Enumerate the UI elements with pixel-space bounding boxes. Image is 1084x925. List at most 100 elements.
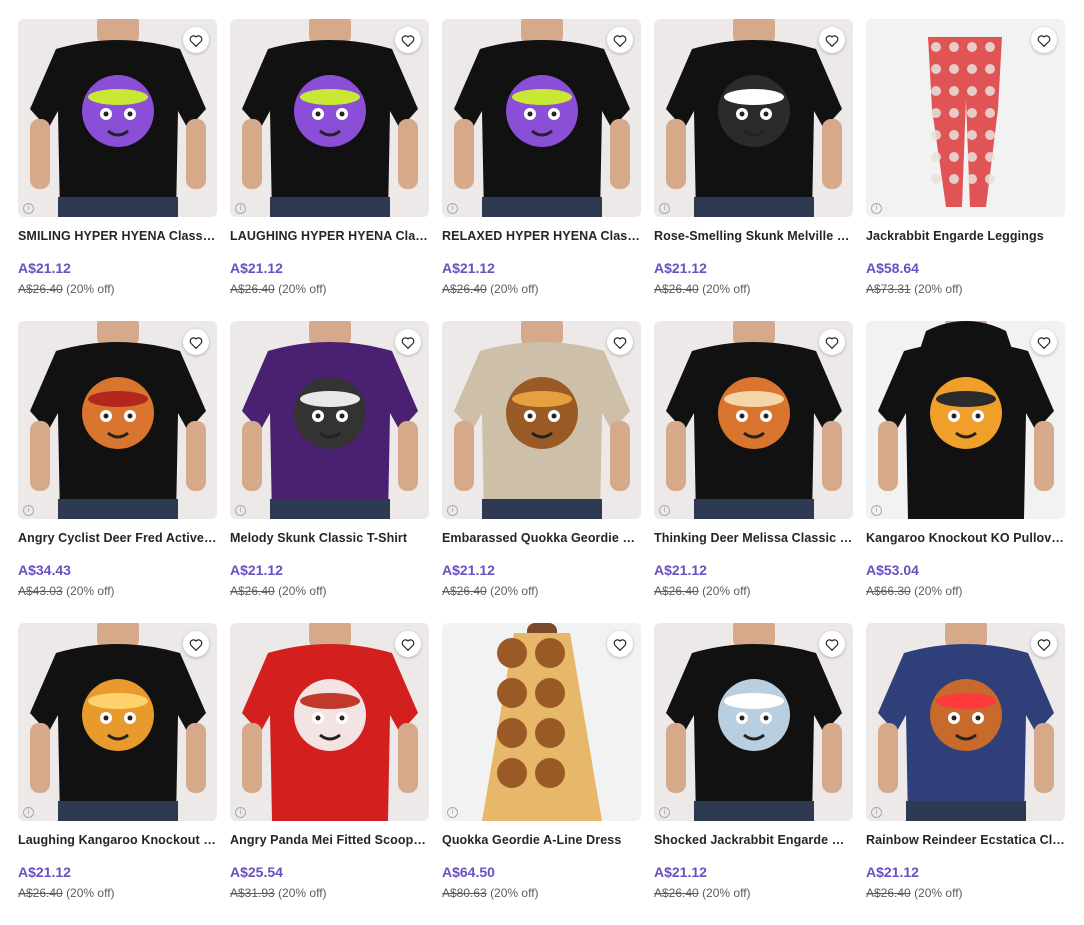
product-card[interactable]: i Thinking Deer Melissa Classic T-Shirt A$… bbox=[654, 321, 853, 623]
product-title[interactable]: LAUGHING HYPER HYENA Classic T-Shirt bbox=[230, 229, 429, 243]
product-card[interactable]: i Melody Skunk Classic T-Shirt A$21.12 A$26… bbox=[230, 321, 429, 623]
sale-price: A$21.12 bbox=[866, 864, 919, 880]
sale-price: A$21.12 bbox=[230, 562, 283, 578]
product-title[interactable]: Shocked Jackrabbit Engarde Classic T-Shi… bbox=[654, 833, 853, 847]
product-image[interactable]: i bbox=[866, 623, 1065, 821]
sale-price: A$25.54 bbox=[230, 864, 283, 880]
product-title[interactable]: RELAXED HYPER HYENA Classic T-Shirt bbox=[442, 229, 641, 243]
product-image[interactable]: i bbox=[230, 19, 429, 217]
product-card[interactable]: i Quokka Geordie A-Line Dress A$64.50 A$80.… bbox=[442, 623, 641, 925]
info-icon[interactable]: i bbox=[23, 203, 34, 214]
product-grid: i SMILING HYPER HYENA Classic T-Shirt A$21… bbox=[18, 19, 1065, 925]
product-image[interactable]: i bbox=[866, 321, 1065, 519]
product-title[interactable]: Melody Skunk Classic T-Shirt bbox=[230, 531, 429, 545]
product-title[interactable]: Jackrabbit Engarde Leggings bbox=[866, 229, 1065, 243]
product-card[interactable]: i Rainbow Reindeer Ecstatica Classic T-Sh… bbox=[866, 623, 1065, 925]
favorite-button[interactable] bbox=[1031, 631, 1057, 657]
info-icon[interactable]: i bbox=[659, 807, 670, 818]
favorite-button[interactable] bbox=[819, 329, 845, 355]
product-card[interactable]: i Shocked Jackrabbit Engarde Classic T-Sh… bbox=[654, 623, 853, 925]
product-title[interactable]: Quokka Geordie A-Line Dress bbox=[442, 833, 641, 847]
info-icon[interactable]: i bbox=[235, 505, 246, 516]
discount-label: (20% off) bbox=[914, 886, 963, 900]
favorite-button[interactable] bbox=[183, 329, 209, 355]
original-price: A$43.03 bbox=[18, 584, 63, 598]
heart-outline-icon bbox=[189, 34, 203, 47]
product-image[interactable]: i bbox=[866, 19, 1065, 217]
favorite-button[interactable] bbox=[395, 329, 421, 355]
original-price: A$26.40 bbox=[442, 282, 487, 296]
product-image[interactable]: i bbox=[230, 623, 429, 821]
favorite-button[interactable] bbox=[395, 631, 421, 657]
product-title[interactable]: Embarassed Quokka Geordie Classic T-Shir… bbox=[442, 531, 641, 545]
product-card[interactable]: i RELAXED HYPER HYENA Classic T-Shirt A$21… bbox=[442, 19, 641, 321]
product-card[interactable]: i Laughing Kangaroo Knockout Classic T-Sh… bbox=[18, 623, 217, 925]
info-icon[interactable]: i bbox=[23, 505, 34, 516]
sale-price: A$21.12 bbox=[18, 260, 71, 276]
product-image[interactable]: i bbox=[18, 623, 217, 821]
product-title[interactable]: Kangaroo Knockout KO Pullover Hoodie bbox=[866, 531, 1065, 545]
original-price-row: A$26.40 (20% off) bbox=[442, 584, 641, 598]
original-price: A$26.40 bbox=[442, 584, 487, 598]
product-title[interactable]: Angry Panda Mei Fitted Scoop T-Shirt bbox=[230, 833, 429, 847]
favorite-button[interactable] bbox=[395, 27, 421, 53]
product-title[interactable]: Angry Cyclist Deer Fred Active T-Shirt bbox=[18, 531, 217, 545]
product-card[interactable]: i Embarassed Quokka Geordie Classic T-Shi… bbox=[442, 321, 641, 623]
favorite-button[interactable] bbox=[1031, 27, 1057, 53]
product-card[interactable]: i Jackrabbit Engarde Leggings A$58.64 A$73.… bbox=[866, 19, 1065, 321]
product-title[interactable]: Rainbow Reindeer Ecstatica Classic T-Shi… bbox=[866, 833, 1065, 847]
product-title[interactable]: SMILING HYPER HYENA Classic T-Shirt bbox=[18, 229, 217, 243]
discount-label: (20% off) bbox=[702, 584, 751, 598]
info-icon[interactable]: i bbox=[447, 505, 458, 516]
original-price: A$26.40 bbox=[654, 584, 699, 598]
info-icon[interactable]: i bbox=[447, 807, 458, 818]
heart-outline-icon bbox=[189, 638, 203, 651]
original-price-row: A$26.40 (20% off) bbox=[18, 886, 217, 900]
product-title[interactable]: Rose-Smelling Skunk Melville Classic T-S… bbox=[654, 229, 853, 243]
original-price: A$26.40 bbox=[230, 282, 275, 296]
heart-outline-icon bbox=[189, 336, 203, 349]
product-image[interactable]: i bbox=[654, 321, 853, 519]
favorite-button[interactable] bbox=[183, 631, 209, 657]
product-card[interactable]: i LAUGHING HYPER HYENA Classic T-Shirt A$2… bbox=[230, 19, 429, 321]
heart-outline-icon bbox=[825, 638, 839, 651]
product-image[interactable]: i bbox=[654, 623, 853, 821]
heart-outline-icon bbox=[825, 34, 839, 47]
product-image[interactable]: i bbox=[18, 19, 217, 217]
product-card[interactable]: i SMILING HYPER HYENA Classic T-Shirt A$21… bbox=[18, 19, 217, 321]
info-icon[interactable]: i bbox=[235, 203, 246, 214]
favorite-button[interactable] bbox=[607, 27, 633, 53]
product-card[interactable]: i Rose-Smelling Skunk Melville Classic T-… bbox=[654, 19, 853, 321]
product-image[interactable]: i bbox=[18, 321, 217, 519]
favorite-button[interactable] bbox=[607, 631, 633, 657]
info-icon[interactable]: i bbox=[871, 505, 882, 516]
info-icon[interactable]: i bbox=[659, 203, 670, 214]
sale-price: A$21.12 bbox=[654, 260, 707, 276]
info-icon[interactable]: i bbox=[447, 203, 458, 214]
product-card[interactable]: i Angry Panda Mei Fitted Scoop T-Shirt A$2… bbox=[230, 623, 429, 925]
favorite-button[interactable] bbox=[819, 27, 845, 53]
favorite-button[interactable] bbox=[1031, 329, 1057, 355]
product-card[interactable]: i Kangaroo Knockout KO Pullover Hoodie A$5… bbox=[866, 321, 1065, 623]
product-title[interactable]: Laughing Kangaroo Knockout Classic T-Shi… bbox=[18, 833, 217, 847]
favorite-button[interactable] bbox=[183, 27, 209, 53]
info-icon[interactable]: i bbox=[23, 807, 34, 818]
original-price: A$26.40 bbox=[654, 282, 699, 296]
favorite-button[interactable] bbox=[819, 631, 845, 657]
original-price-row: A$26.40 (20% off) bbox=[654, 584, 853, 598]
discount-label: (20% off) bbox=[278, 584, 327, 598]
product-card[interactable]: i Angry Cyclist Deer Fred Active T-Shirt A… bbox=[18, 321, 217, 623]
product-image[interactable]: i bbox=[654, 19, 853, 217]
info-icon[interactable]: i bbox=[659, 505, 670, 516]
product-image[interactable]: i bbox=[442, 19, 641, 217]
favorite-button[interactable] bbox=[607, 329, 633, 355]
original-price: A$73.31 bbox=[866, 282, 911, 296]
discount-label: (20% off) bbox=[702, 886, 751, 900]
product-image[interactable]: i bbox=[442, 321, 641, 519]
product-title[interactable]: Thinking Deer Melissa Classic T-Shirt bbox=[654, 531, 853, 545]
info-icon[interactable]: i bbox=[871, 203, 882, 214]
product-image[interactable]: i bbox=[230, 321, 429, 519]
product-image[interactable]: i bbox=[442, 623, 641, 821]
info-icon[interactable]: i bbox=[871, 807, 882, 818]
info-icon[interactable]: i bbox=[235, 807, 246, 818]
